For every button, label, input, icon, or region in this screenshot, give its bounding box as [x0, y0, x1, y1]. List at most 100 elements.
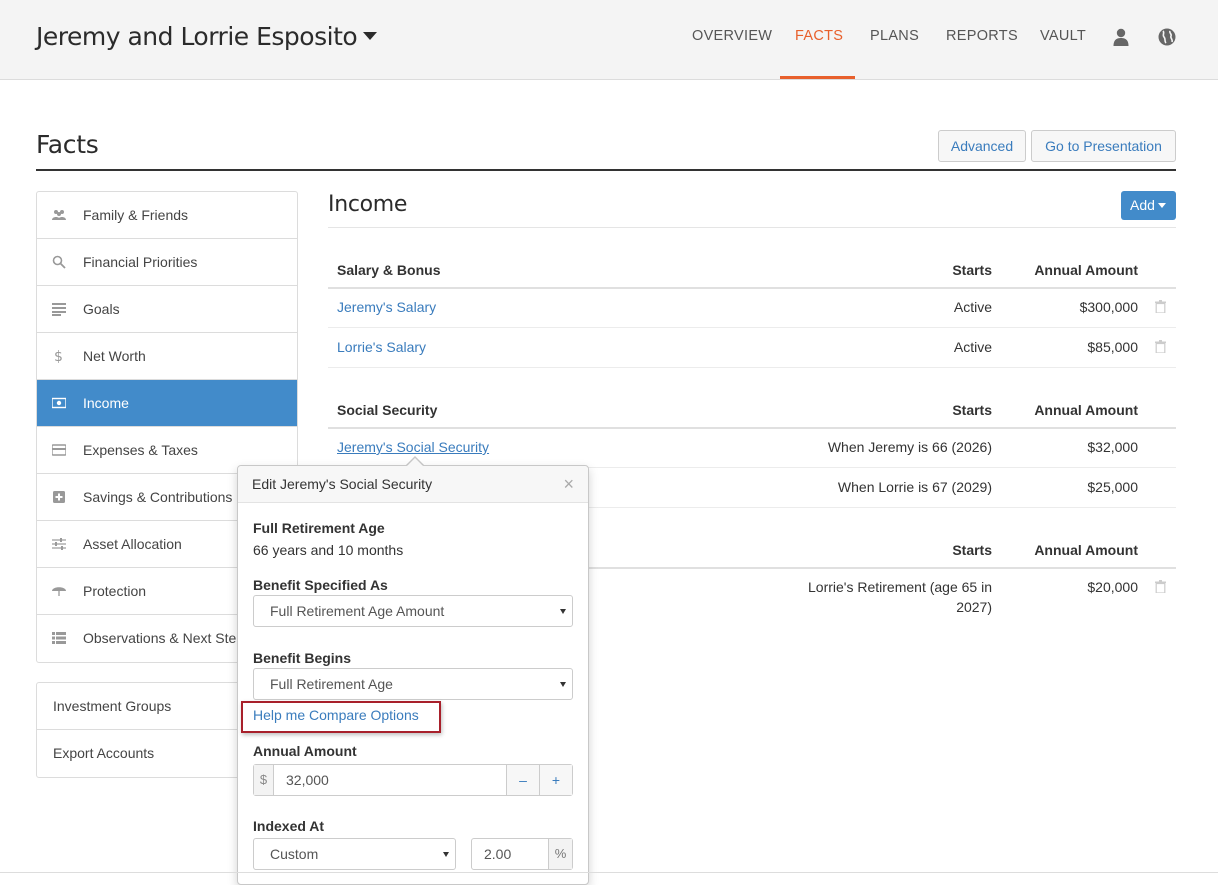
sidebar-item-label: Income [83, 395, 129, 411]
popover-arrow-inner [406, 458, 424, 467]
sidebar-item-label: Savings & Contributions [83, 489, 233, 505]
benefit-begins-value: Full Retirement Age [270, 676, 393, 692]
list-icon [52, 632, 66, 644]
popover-title: Edit Jeremy's Social Security [252, 476, 433, 492]
sidebar-item-label: Goals [83, 301, 120, 317]
advanced-button[interactable]: Advanced [938, 130, 1026, 162]
bottom-divider [0, 872, 1218, 873]
umbrella-icon [52, 587, 66, 596]
section-divider [328, 227, 1176, 228]
trash-icon[interactable] [1155, 300, 1166, 313]
page-title: Facts [36, 130, 99, 159]
decrement-button[interactable]: – [506, 765, 539, 795]
plus-square-icon [53, 491, 65, 503]
column-header-starts: Starts [952, 262, 992, 278]
search-icon [52, 255, 66, 269]
close-icon[interactable]: × [563, 474, 574, 495]
column-header-amount: Annual Amount [1034, 262, 1138, 278]
money-icon [52, 397, 66, 409]
nav-plans[interactable]: PLANS [870, 28, 919, 44]
starts-cell: Active [953, 299, 992, 315]
starts-line-1: Lorrie's Retirement (age 65 in [808, 579, 992, 595]
annual-amount-input-group: $ 32,000 – + [253, 764, 573, 796]
indexed-at-label: Indexed At [253, 818, 325, 834]
trash-icon[interactable] [1155, 340, 1166, 353]
indexed-at-select[interactable]: Custom [253, 838, 456, 870]
table-row: Jeremy's Salary Active $300,000 [328, 288, 1176, 328]
benefit-specified-select[interactable]: Full Retirement Age Amount [253, 595, 573, 627]
sidebar-item-label: Observations & Next Ste [83, 630, 237, 646]
sidebar-item-net-worth[interactable]: $ Net Worth [37, 333, 297, 380]
annual-amount-label: Annual Amount [253, 743, 357, 759]
column-header-amount: Annual Amount [1034, 402, 1138, 418]
column-header-salary: Salary & Bonus [337, 262, 441, 278]
column-header-amount: Annual Amount [1034, 542, 1138, 558]
benefit-begins-label: Benefit Begins [253, 650, 352, 666]
nav-facts[interactable]: FACTS [795, 28, 843, 44]
amount-cell: $20,000 [1087, 579, 1138, 595]
column-header-starts: Starts [952, 542, 992, 558]
amount-cell: $85,000 [1087, 339, 1138, 355]
sidebar-item-income[interactable]: Income [37, 380, 297, 427]
nav-overview[interactable]: OVERVIEW [692, 28, 772, 44]
indexed-at-value: Custom [270, 846, 319, 862]
starts-cell: Lorrie's Retirement (age 65 in 2027) [808, 577, 992, 617]
amount-cell: $300,000 [1079, 299, 1138, 315]
salary-table-header: Salary & Bonus Starts Annual Amount [328, 249, 1176, 289]
go-to-presentation-button[interactable]: Go to Presentation [1031, 130, 1176, 162]
sidebar-item-label: Protection [83, 583, 147, 599]
sidebar-item-label: Expenses & Taxes [83, 442, 198, 458]
sidebar-item-financial-priorities[interactable]: Financial Priorities [37, 239, 297, 286]
starts-line-2: 2027) [956, 599, 992, 615]
add-button-label: Add [1130, 197, 1155, 213]
income-link-jeremy-salary[interactable]: Jeremy's Salary [337, 299, 436, 315]
popover-header: Edit Jeremy's Social Security × [238, 466, 588, 503]
section-title: Income [328, 192, 408, 217]
income-link-jeremy-social-security[interactable]: Jeremy's Social Security [337, 439, 489, 455]
active-nav-indicator [780, 76, 855, 79]
user-icon[interactable] [1111, 27, 1131, 47]
sidebar-item-family-friends[interactable]: Family & Friends [37, 192, 297, 239]
nav-reports[interactable]: REPORTS [946, 28, 1018, 44]
chevron-down-icon [560, 609, 566, 614]
edit-social-security-popover: Edit Jeremy's Social Security × Full Ret… [237, 465, 589, 885]
social-security-table-header: Social Security Starts Annual Amount [328, 389, 1176, 429]
chevron-down-icon [560, 682, 566, 687]
table-row: Lorrie's Salary Active $85,000 [328, 328, 1176, 368]
add-income-button[interactable]: Add [1121, 191, 1176, 220]
starts-cell: When Lorrie is 67 (2029) [837, 479, 992, 495]
caret-down-icon [1157, 203, 1166, 208]
benefit-begins-select[interactable]: Full Retirement Age [253, 668, 573, 700]
goals-icon [52, 303, 66, 316]
sidebar-item-label: Asset Allocation [83, 536, 182, 552]
sliders-icon [52, 538, 66, 550]
fra-value: 66 years and 10 months [253, 542, 404, 558]
starts-cell: When Jeremy is 66 (2026) [827, 439, 992, 455]
increment-button[interactable]: + [539, 765, 572, 795]
annual-amount-input[interactable]: 32,000 [286, 772, 329, 788]
svg-text:$: $ [54, 349, 63, 363]
people-icon [52, 210, 66, 220]
chevron-down-icon [443, 852, 449, 857]
client-selector[interactable]: Jeremy and Lorrie Esposito [36, 22, 378, 51]
income-link-lorrie-salary[interactable]: Lorrie's Salary [337, 339, 426, 355]
sidebar-item-label: Family & Friends [83, 207, 189, 223]
currency-addon: $ [254, 765, 274, 795]
column-header-starts: Starts [952, 402, 992, 418]
sidebar-item-label: Financial Priorities [83, 254, 198, 270]
title-divider [36, 169, 1176, 171]
fra-label: Full Retirement Age [253, 520, 385, 536]
help-compare-options-link[interactable]: Help me Compare Options [253, 707, 419, 723]
benefit-specified-value: Full Retirement Age Amount [270, 603, 445, 619]
credit-card-icon [52, 444, 66, 456]
index-rate-input-group: 2.00 % [471, 838, 573, 870]
top-navigation-bar: Jeremy and Lorrie Esposito OVERVIEW FACT… [0, 0, 1218, 80]
globe-icon[interactable] [1157, 27, 1177, 47]
client-name: Jeremy and Lorrie Esposito [36, 22, 358, 51]
dollar-icon: $ [54, 349, 63, 363]
sidebar-item-goals[interactable]: Goals [37, 286, 297, 333]
trash-icon[interactable] [1155, 580, 1166, 593]
nav-vault[interactable]: VAULT [1040, 28, 1086, 44]
percent-addon: % [548, 839, 572, 869]
index-rate-input[interactable]: 2.00 [484, 846, 511, 862]
